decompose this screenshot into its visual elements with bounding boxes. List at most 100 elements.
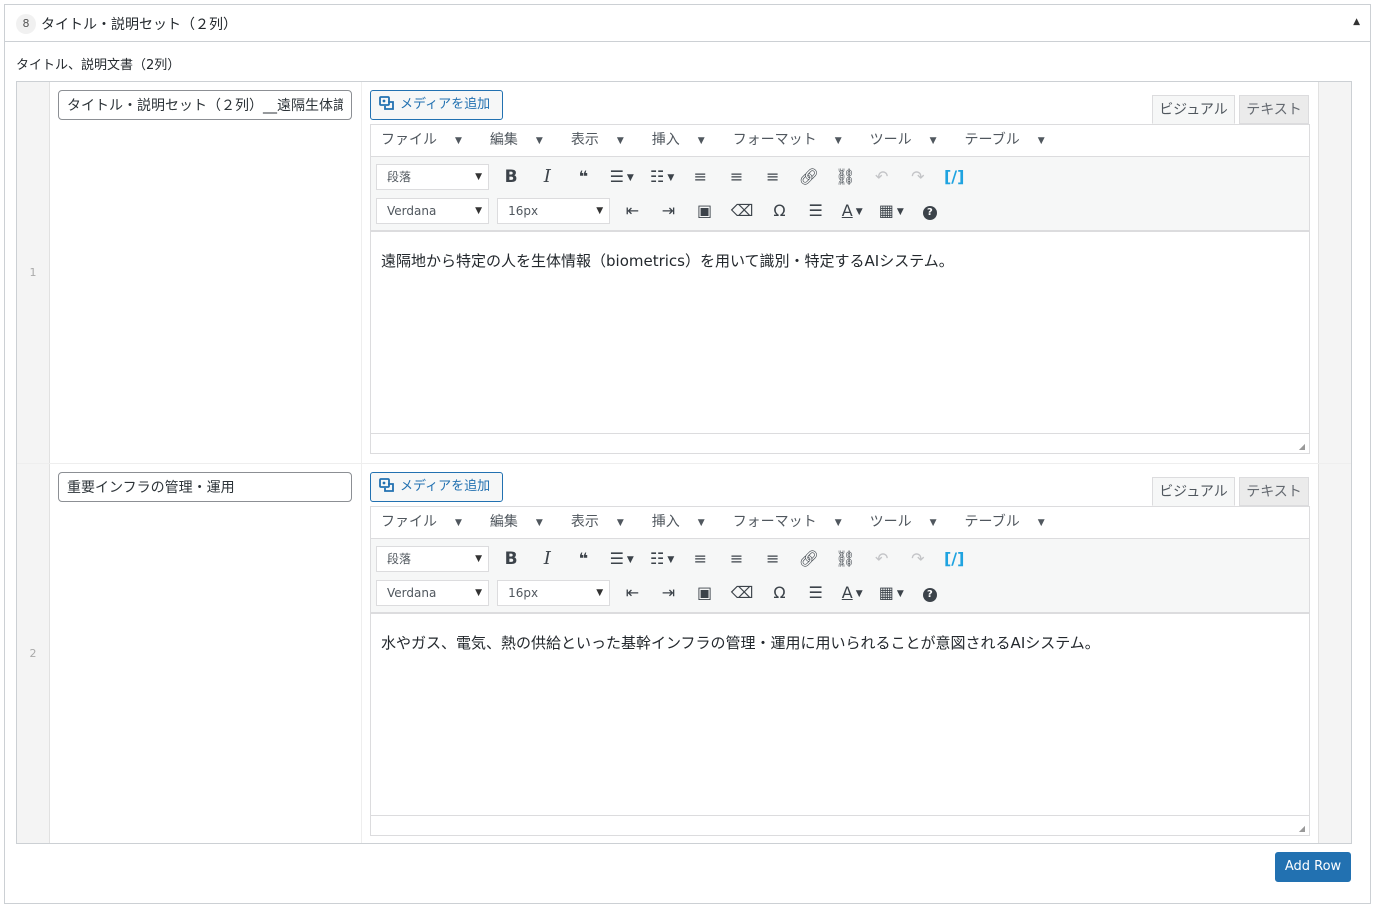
font-family-select[interactable]: Verdana ▼ — [376, 198, 489, 224]
row-handle[interactable]: 2 — [17, 464, 50, 843]
editor-cell: メディアを追加 ビジュアル テキスト ファイル ▼ 編集 ▼ 表示 ▼ 挿入 ▼ フォーマット ▼… — [362, 464, 1318, 843]
resize-grip-icon[interactable]: ◢ — [1299, 824, 1305, 833]
special-character-icon[interactable]: Ω — [765, 198, 793, 224]
editor-statusbar: ◢ — [371, 815, 1309, 835]
help-icon[interactable]: ? — [916, 580, 944, 606]
numbered-list-icon[interactable]: ☷ ▼ — [646, 164, 678, 190]
format-select[interactable]: 段落 ▼ — [376, 546, 489, 572]
menu-file[interactable]: ファイル ▼ — [381, 507, 476, 539]
clear-formatting-icon[interactable]: ⌫ — [727, 198, 758, 224]
special-character-icon[interactable]: Ω — [765, 580, 793, 606]
numbered-list-icon[interactable]: ☷ ▼ — [646, 546, 678, 572]
collapse-toggle-icon[interactable]: ▲ — [1353, 17, 1360, 27]
field-label: タイトル、説明文書（2列） — [16, 58, 181, 73]
tab-text[interactable]: テキスト — [1239, 95, 1309, 124]
menu-tools[interactable]: ツール ▼ — [870, 507, 951, 539]
unlink-icon[interactable]: ⛓︎ — [831, 546, 859, 572]
menu-edit[interactable]: 編集 ▼ — [490, 507, 557, 539]
bold-icon[interactable]: B — [497, 546, 525, 572]
link-icon[interactable]: 🔗︎ — [795, 546, 823, 572]
tab-visual[interactable]: ビジュアル — [1152, 477, 1235, 506]
editor-content[interactable]: 水やガス、電気、熱の供給といった基幹インフラの管理・運用に用いられることが意図さ… — [371, 614, 1309, 814]
horizontal-line-icon[interactable]: ☰ — [802, 580, 830, 606]
row-remove-handle[interactable] — [1318, 82, 1351, 463]
row-handle[interactable]: 1 — [17, 82, 50, 463]
bullet-list-icon[interactable]: ☰ ▼ — [606, 546, 638, 572]
title-input[interactable] — [58, 472, 352, 502]
undo-icon[interactable]: ↶ — [868, 164, 896, 190]
table-icon[interactable]: ▦ ▼ — [875, 198, 908, 224]
menu-insert[interactable]: 挿入 ▼ — [652, 125, 719, 157]
paste-text-icon[interactable]: ▣ — [691, 580, 719, 606]
menu-view[interactable]: 表示 ▼ — [571, 125, 638, 157]
media-icon — [379, 96, 394, 110]
font-size-select[interactable]: 16px ▼ — [497, 580, 611, 606]
rich-text-editor: ファイル ▼ 編集 ▼ 表示 ▼ 挿入 ▼ フォーマット ▼ ツール ▼ テーブル ▼ 段落 ▼ B I ❝… — [370, 506, 1310, 836]
clear-formatting-icon[interactable]: ⌫ — [727, 580, 758, 606]
menu-table[interactable]: テーブル ▼ — [965, 507, 1059, 539]
italic-icon[interactable]: I — [533, 546, 561, 572]
add-media-button[interactable]: メディアを追加 — [370, 90, 503, 120]
font-family-select[interactable]: Verdana ▼ — [376, 580, 489, 606]
align-center-icon[interactable]: ≡ — [723, 546, 751, 572]
menu-format[interactable]: フォーマット ▼ — [733, 507, 856, 539]
menu-file[interactable]: ファイル ▼ — [381, 125, 476, 157]
tab-text[interactable]: テキスト — [1239, 477, 1309, 506]
rich-text-editor: ファイル ▼ 編集 ▼ 表示 ▼ 挿入 ▼ フォーマット ▼ ツール ▼ テーブル ▼ 段落 ▼ B I ❝… — [370, 124, 1310, 454]
undo-icon[interactable]: ↶ — [868, 546, 896, 572]
paste-text-icon[interactable]: ▣ — [691, 198, 719, 224]
align-right-icon[interactable]: ≡ — [759, 546, 787, 572]
redo-icon[interactable]: ↷ — [904, 546, 932, 572]
repeater-row: 1 メディアを追加 ビジュアル テキスト ファイル▼ 編集▼ 表示▼ 挿入▼ フォーマッ… — [17, 82, 1351, 463]
format-select[interactable]: 段落 ▼ — [376, 164, 489, 190]
panel-header[interactable]: 8 タイトル・説明セット（２列） ▲ — [5, 5, 1370, 42]
row-remove-handle[interactable] — [1318, 464, 1351, 843]
table-icon[interactable]: ▦ ▼ — [875, 580, 908, 606]
editor-menubar: ファイル ▼ 編集 ▼ 表示 ▼ 挿入 ▼ フォーマット ▼ ツール ▼ テーブル ▼ — [371, 125, 1309, 157]
align-left-icon[interactable]: ≡ — [686, 164, 714, 190]
tab-visual[interactable]: ビジュアル — [1152, 95, 1235, 124]
menu-tools[interactable]: ツール ▼ — [870, 125, 951, 157]
redo-icon[interactable]: ↷ — [904, 164, 932, 190]
repeater-table: 1 メディアを追加 ビジュアル テキスト ファイル▼ 編集▼ 表示▼ 挿入▼ フォーマッ… — [16, 81, 1352, 844]
indent-icon[interactable]: ⇥ — [654, 580, 682, 606]
repeater-row: 2 メディアを追加 ビジュアル テキスト ファイル▼ 編集▼ 表示▼ 挿入▼ フォーマッ… — [17, 463, 1351, 843]
media-icon — [379, 478, 394, 492]
menu-view[interactable]: 表示 ▼ — [571, 507, 638, 539]
panel-title: タイトル・説明セット（２列） — [41, 17, 237, 33]
align-center-icon[interactable]: ≡ — [723, 164, 751, 190]
align-left-icon[interactable]: ≡ — [686, 546, 714, 572]
row-number: 1 — [29, 265, 37, 279]
align-right-icon[interactable]: ≡ — [759, 164, 787, 190]
menu-edit[interactable]: 編集 ▼ — [490, 125, 557, 157]
menu-format[interactable]: フォーマット ▼ — [733, 125, 856, 157]
text-color-icon[interactable]: A ▼ — [838, 580, 867, 606]
editor-toolbar: 段落 ▼ B I ❝ ☰ ▼ ☷ ▼ ≡ ≡ ≡ 🔗︎ ⛓︎ ↶ ↷ [/] V… — [371, 157, 1309, 232]
bullet-list-icon[interactable]: ☰ ▼ — [606, 164, 638, 190]
horizontal-line-icon[interactable]: ☰ — [802, 198, 830, 224]
row-number: 2 — [29, 646, 37, 660]
editor-content[interactable]: 遠隔地から特定の人を生体情報（biometrics）を用いて識別・特定するAIシ… — [371, 232, 1309, 432]
title-input[interactable] — [58, 90, 352, 120]
indent-icon[interactable]: ⇥ — [654, 198, 682, 224]
shortcode-icon[interactable]: [/] — [940, 546, 968, 572]
link-icon[interactable]: 🔗︎ — [795, 164, 823, 190]
title-cell — [50, 82, 362, 463]
menu-table[interactable]: テーブル ▼ — [965, 125, 1059, 157]
add-row-button[interactable]: Add Row — [1275, 852, 1351, 882]
editor-cell: メディアを追加 ビジュアル テキスト ファイル ▼ 編集 ▼ 表示 ▼ 挿入 ▼ フォーマット ▼… — [362, 82, 1318, 463]
outdent-icon[interactable]: ⇤ — [618, 198, 646, 224]
add-media-button[interactable]: メディアを追加 — [370, 472, 503, 502]
menu-insert[interactable]: 挿入 ▼ — [652, 507, 719, 539]
shortcode-icon[interactable]: [/] — [940, 164, 968, 190]
blockquote-icon[interactable]: ❝ — [569, 546, 597, 572]
italic-icon[interactable]: I — [533, 164, 561, 190]
blockquote-icon[interactable]: ❝ — [569, 164, 597, 190]
resize-grip-icon[interactable]: ◢ — [1299, 442, 1305, 451]
font-size-select[interactable]: 16px ▼ — [497, 198, 611, 224]
text-color-icon[interactable]: A ▼ — [838, 198, 867, 224]
bold-icon[interactable]: B — [497, 164, 525, 190]
help-icon[interactable]: ? — [916, 198, 944, 224]
outdent-icon[interactable]: ⇤ — [618, 580, 646, 606]
unlink-icon[interactable]: ⛓︎ — [831, 164, 859, 190]
